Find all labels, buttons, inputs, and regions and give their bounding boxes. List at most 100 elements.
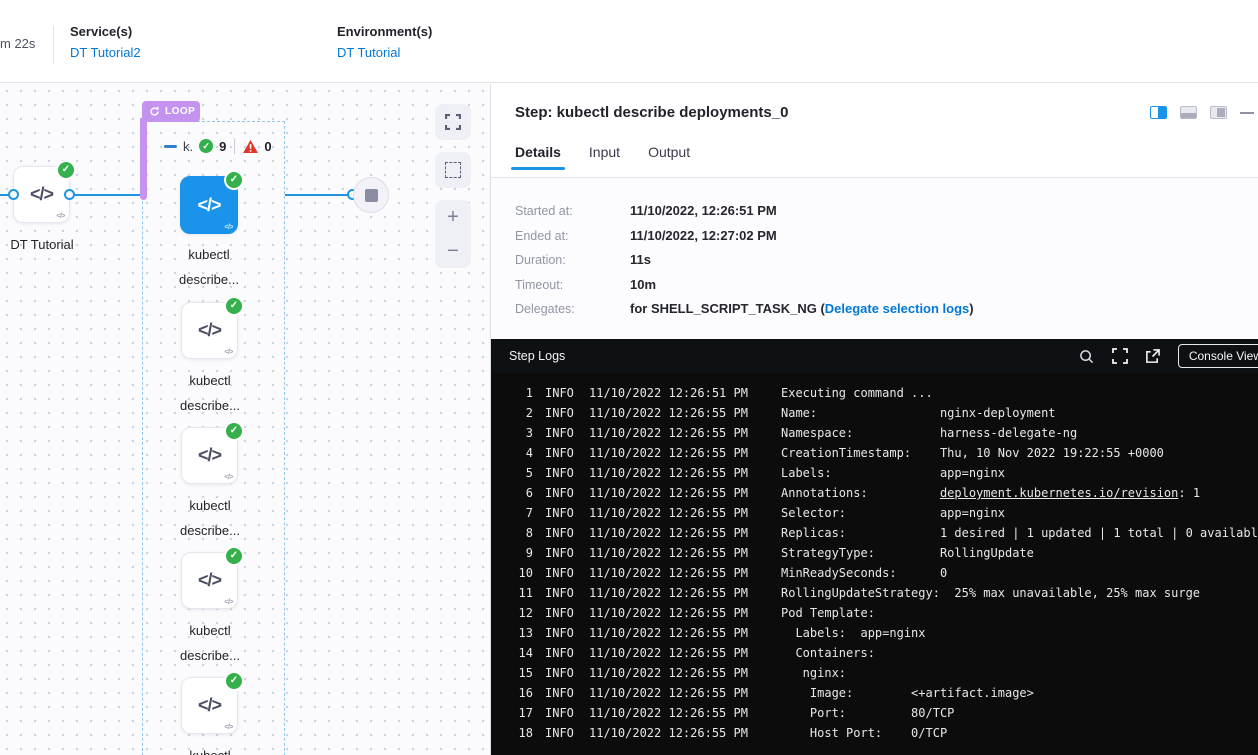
node-label: kubectl describe... bbox=[164, 368, 256, 418]
success-check-icon: ✓ bbox=[226, 423, 242, 439]
log-message: nginx: bbox=[781, 663, 846, 683]
log-message: RollingUpdateStrategy: 25% max unavailab… bbox=[781, 583, 1200, 603]
pipeline-end-node[interactable] bbox=[353, 177, 389, 213]
log-message: Executing command ... bbox=[781, 383, 933, 403]
loop-group-name: k. bbox=[183, 139, 193, 154]
detail-value: 11/10/2022, 12:27:02 PM bbox=[630, 229, 777, 244]
detail-row: Timeout: 10m bbox=[515, 278, 1235, 293]
loop-badge[interactable]: LOOP bbox=[142, 101, 200, 122]
success-check-icon: ✓ bbox=[226, 172, 242, 188]
stop-icon bbox=[365, 189, 378, 202]
log-line: 9INFO11/10/2022 12:26:55 PMStrategyType:… bbox=[491, 543, 1258, 563]
service-link[interactable]: DT Tutorial2 bbox=[70, 45, 141, 60]
code-icon: </> bbox=[198, 320, 221, 341]
count-divider bbox=[234, 138, 235, 154]
layout-right-icon[interactable] bbox=[1210, 106, 1227, 119]
fullscreen-icon[interactable] bbox=[1112, 348, 1128, 364]
detail-row: Ended at: 11/10/2022, 12:27:02 PM bbox=[515, 229, 1235, 244]
success-check-icon: ✓ bbox=[226, 298, 242, 314]
detail-row: Started at: 11/10/2022, 12:26:51 PM bbox=[515, 204, 1235, 219]
zoom-in-button[interactable]: + bbox=[435, 200, 471, 234]
log-line: 13INFO11/10/2022 12:26:55 PM Labels: app… bbox=[491, 623, 1258, 643]
log-line: 12INFO11/10/2022 12:26:55 PMPod Template… bbox=[491, 603, 1258, 623]
node-kubectl-describe[interactable]: </> </> ✓ bbox=[181, 552, 238, 609]
detail-value: 10m bbox=[630, 278, 656, 293]
delegates-value-suffix: ) bbox=[969, 301, 973, 316]
log-line: 6INFO11/10/2022 12:26:55 PMAnnotations: … bbox=[491, 483, 1258, 503]
zoom-controls: + − bbox=[435, 200, 471, 268]
loop-header: k. ✓ 9 0 bbox=[164, 138, 272, 154]
loop-icon bbox=[149, 106, 160, 117]
log-message: Replicas: 1 desired | 1 updated | 1 tota… bbox=[781, 523, 1258, 543]
success-count: 9 bbox=[219, 139, 226, 154]
log-line: 3INFO11/10/2022 12:26:55 PMNamespace: ha… bbox=[491, 423, 1258, 443]
log-message: StrategyType: RollingUpdate bbox=[781, 543, 1034, 563]
logs-toolbar: Console View bbox=[1079, 344, 1258, 368]
delegate-selection-logs-link[interactable]: Delegate selection logs bbox=[825, 301, 970, 316]
log-line: 18INFO11/10/2022 12:26:55 PM Host Port: … bbox=[491, 723, 1258, 743]
failed-count: 0 bbox=[264, 139, 271, 154]
marquee-select-button[interactable] bbox=[435, 152, 471, 188]
log-message: Containers: bbox=[781, 643, 875, 663]
minimize-icon[interactable] bbox=[1240, 112, 1254, 114]
log-annotation-link[interactable]: deployment.kubernetes.io/revision bbox=[940, 486, 1178, 500]
node-kubectl-describe[interactable]: </> </> ✓ bbox=[181, 427, 238, 484]
environment-link[interactable]: DT Tutorial bbox=[337, 45, 432, 60]
tab-output[interactable]: Output bbox=[648, 144, 690, 170]
search-icon[interactable] bbox=[1079, 348, 1095, 364]
log-line: 17INFO11/10/2022 12:26:55 PM Port: 80/TC… bbox=[491, 703, 1258, 723]
fit-view-button[interactable] bbox=[435, 104, 471, 140]
layout-bottom-icon[interactable] bbox=[1180, 106, 1197, 119]
log-message: Namespace: harness-delegate-ng bbox=[781, 423, 1077, 443]
node-label: kubectl describe... bbox=[164, 743, 256, 755]
log-lines: 1INFO11/10/2022 12:26:51 PMExecuting com… bbox=[491, 383, 1258, 743]
success-check-icon: ✓ bbox=[58, 162, 74, 178]
pipeline-canvas: </> </> ✓ DT Tutorial LOOP k. ✓ 9 0 </> … bbox=[0, 84, 490, 755]
code-icon: </> bbox=[198, 445, 221, 466]
script-step-icon: </> bbox=[224, 474, 233, 481]
layout-split-right-icon[interactable] bbox=[1150, 106, 1167, 119]
node-kubectl-describe[interactable]: </> </> ✓ bbox=[181, 302, 238, 359]
service-label: Service(s) bbox=[70, 24, 141, 39]
connector-edge bbox=[285, 194, 353, 196]
log-line: 11INFO11/10/2022 12:26:55 PMRollingUpdat… bbox=[491, 583, 1258, 603]
log-message: Annotations: deployment.kubernetes.io/re… bbox=[781, 483, 1200, 503]
success-check-icon: ✓ bbox=[226, 673, 242, 689]
step-logs-title: Step Logs bbox=[509, 349, 565, 363]
loop-tail bbox=[140, 118, 147, 200]
collapse-icon[interactable] bbox=[164, 145, 177, 148]
step-details-panel: Step: kubectl describe deployments_0 Det… bbox=[490, 84, 1258, 755]
script-step-icon: </> bbox=[56, 213, 65, 220]
tab-input[interactable]: Input bbox=[589, 144, 620, 170]
panel-layout-controls bbox=[1150, 106, 1254, 119]
tab-details[interactable]: Details bbox=[515, 144, 561, 170]
success-check-icon: ✓ bbox=[199, 139, 213, 153]
log-message: Name: nginx-deployment bbox=[781, 403, 1056, 423]
log-line: 7INFO11/10/2022 12:26:55 PMSelector: app… bbox=[491, 503, 1258, 523]
open-in-new-tab-icon[interactable] bbox=[1145, 348, 1161, 364]
console-view-button[interactable]: Console View bbox=[1178, 344, 1258, 368]
node-kubectl-describe-selected[interactable]: </> </> ✓ bbox=[180, 176, 238, 234]
log-message: MinReadySeconds: 0 bbox=[781, 563, 947, 583]
node-port bbox=[8, 189, 19, 200]
environment-label: Environment(s) bbox=[337, 24, 432, 39]
log-message: Host Port: 0/TCP bbox=[781, 723, 947, 743]
node-kubectl-describe[interactable]: </> </> ✓ bbox=[181, 677, 238, 734]
node-dt-tutorial[interactable]: </> </> ✓ bbox=[13, 166, 70, 223]
log-line: 5INFO11/10/2022 12:26:55 PMLabels: app=n… bbox=[491, 463, 1258, 483]
detail-value: for SHELL_SCRIPT_TASK_NG (Delegate selec… bbox=[630, 302, 974, 317]
node-label: kubectl describe... bbox=[164, 242, 254, 292]
step-logs-console[interactable]: 1INFO11/10/2022 12:26:51 PMExecuting com… bbox=[491, 373, 1258, 755]
service-block: Service(s) DT Tutorial2 bbox=[70, 24, 141, 60]
log-line: 2INFO11/10/2022 12:26:55 PMName: nginx-d… bbox=[491, 403, 1258, 423]
detail-label: Duration: bbox=[515, 253, 630, 268]
log-message: CreationTimestamp: Thu, 10 Nov 2022 19:2… bbox=[781, 443, 1164, 463]
script-step-icon: </> bbox=[224, 349, 233, 356]
fit-view-icon bbox=[445, 114, 461, 130]
detail-value: 11/10/2022, 12:26:51 PM bbox=[630, 204, 777, 219]
zoom-out-button[interactable]: − bbox=[435, 234, 471, 268]
code-icon: </> bbox=[30, 184, 53, 205]
log-message: Labels: app=nginx bbox=[781, 623, 926, 643]
log-message: Selector: app=nginx bbox=[781, 503, 1005, 523]
header-divider bbox=[53, 26, 54, 64]
